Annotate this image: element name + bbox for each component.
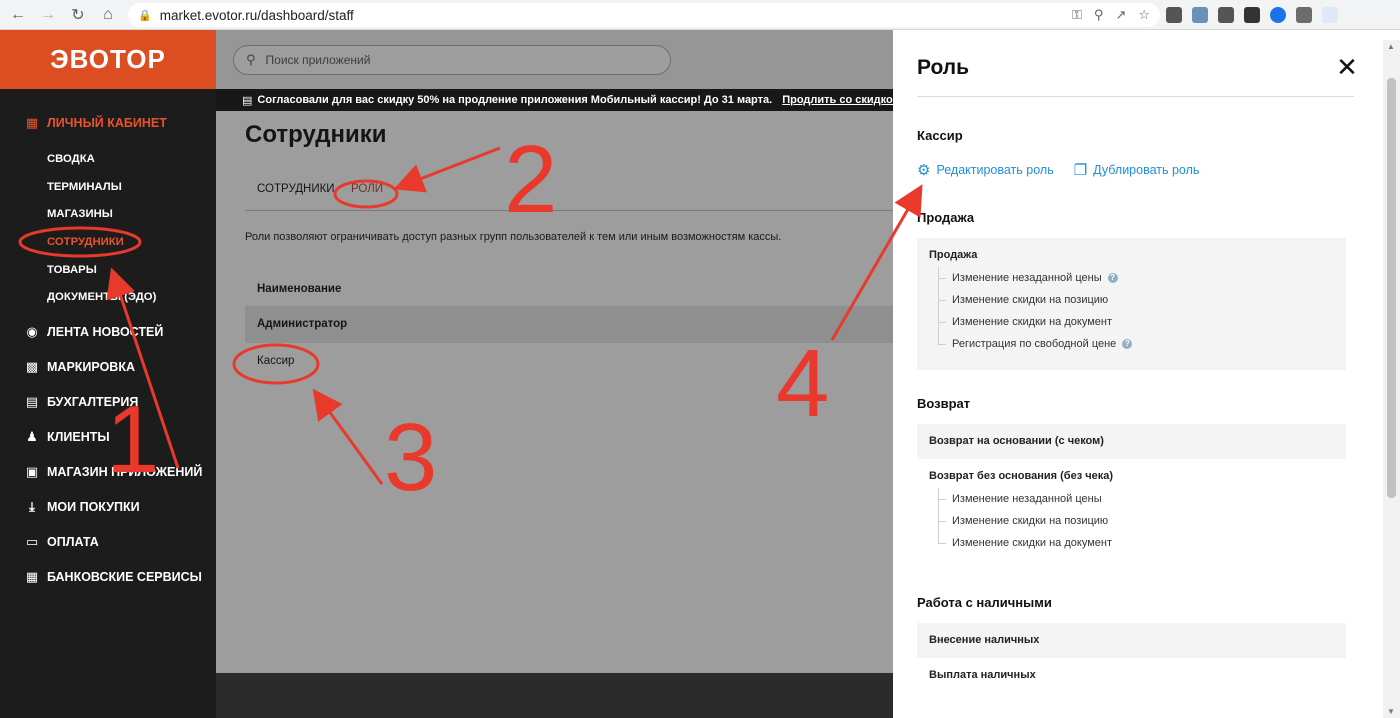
section-title-cash: Работа с наличными — [917, 595, 1052, 610]
role-actions: ⚙ Редактировать роль ❐ Дублировать роль — [917, 161, 1199, 179]
gear-icon: ⚙ — [917, 162, 931, 179]
sidebar: ЭВОТОР ▦ ЛИЧНЫЙ КАБИНЕТ СВОДКА ТЕРМИНАЛЫ… — [0, 30, 216, 718]
permission-group-cash-in: Внесение наличных — [917, 623, 1346, 658]
duplicate-role-button[interactable]: ❐ Дублировать роль — [1074, 161, 1200, 179]
edit-role-button[interactable]: ⚙ Редактировать роль — [917, 161, 1054, 179]
extensions-puzzle-icon[interactable] — [1296, 7, 1312, 23]
footer — [216, 673, 893, 718]
panel-scrollbar[interactable]: ▲ ▼ — [1383, 40, 1400, 718]
panel-title: Роль — [917, 56, 970, 79]
sidebar-item-marking[interactable]: ▩ МАРКИРОВКА — [0, 355, 216, 379]
extension-badge-icon[interactable] — [1192, 7, 1208, 23]
search-input[interactable] — [265, 53, 646, 67]
permission-group-return-with-receipt: Возврат на основании (с чеком) — [917, 424, 1346, 459]
tabs: СОТРУДНИКИ РОЛИ — [245, 183, 893, 211]
sidebar-subitem-summary[interactable]: СВОДКА — [0, 146, 216, 174]
section-title-return: Возврат — [917, 396, 971, 411]
tab-staff[interactable]: СОТРУДНИКИ — [257, 183, 335, 195]
section-title-sale: Продажа — [917, 210, 975, 225]
permission-tree: Изменение незаданной цены Изменение скид… — [938, 488, 1346, 554]
bank-icon: ▦ — [25, 569, 39, 585]
help-icon[interactable]: ? — [1122, 339, 1133, 350]
ledger-icon: ▤ — [25, 394, 39, 410]
sidebar-item-payment[interactable]: ▭ ОПЛАТА — [0, 530, 216, 554]
scrollbar-thumb[interactable] — [1387, 78, 1396, 498]
scroll-down-icon[interactable]: ▼ — [1387, 707, 1395, 716]
share-icon[interactable]: ↗ — [1115, 7, 1126, 23]
scroll-up-icon[interactable]: ▲ — [1387, 42, 1395, 51]
evotor-logo[interactable]: ЭВОТОР — [0, 30, 216, 89]
permission-item: Изменение скидки на позицию — [938, 289, 1346, 311]
permission-item: Изменение скидки на позицию — [938, 510, 1346, 532]
annotation-number-2: 2 — [504, 126, 558, 233]
zoom-icon[interactable]: ⚲ — [1094, 7, 1104, 23]
tab-roles[interactable]: РОЛИ — [351, 183, 383, 195]
sidebar-submenu: СВОДКА ТЕРМИНАЛЫ МАГАЗИНЫ СОТРУДНИКИ ТОВ… — [0, 146, 216, 312]
gift-icon: ▤ — [242, 94, 253, 107]
annotation-number-4: 4 — [776, 330, 830, 437]
close-icon[interactable]: ✕ — [1335, 54, 1359, 80]
sidebar-subitem-staff[interactable]: СОТРУДНИКИ — [0, 229, 216, 257]
permission-group-sale: Продажа Изменение незаданной цены? Измен… — [917, 238, 1346, 370]
download-icon: ⤓ — [29, 499, 35, 515]
qr-code-icon: ▩ — [25, 359, 39, 375]
promo-text: Согласовали для вас скидку 50% на продле… — [257, 94, 773, 106]
copy-icon: ❐ — [1073, 162, 1088, 179]
permission-item: Регистрация по свободной цене? — [938, 333, 1346, 355]
app: ЭВОТОР ▦ ЛИЧНЫЙ КАБИНЕТ СВОДКА ТЕРМИНАЛЫ… — [0, 30, 1400, 718]
annotation-number-3: 3 — [384, 404, 438, 511]
annotation-number-1: 1 — [106, 386, 160, 493]
browser-toolbar: ← → ↻ ⌂ 🔒 market.evotor.ru/dashboard/sta… — [0, 0, 1400, 30]
key-icon[interactable]: ⚿ — [1072, 7, 1082, 23]
extension-square-icon[interactable] — [1218, 7, 1234, 23]
sidebar-item-cabinet[interactable]: ▦ ЛИЧНЫЙ КАБИНЕТ — [0, 111, 216, 135]
permission-item: Изменение скидки на документ — [938, 532, 1346, 554]
permission-item: Изменение незаданной цены? — [938, 267, 1346, 289]
reload-icon[interactable]: ↻ — [66, 3, 90, 27]
permission-item: Изменение скидки на документ — [938, 311, 1346, 333]
users-icon: ♟ — [26, 429, 38, 445]
sidebar-item-banking[interactable]: ▦ БАНКОВСКИЕ СЕРВИСЫ — [0, 565, 216, 589]
group-name: Продажа — [929, 249, 978, 261]
extension-shield-icon[interactable] — [1166, 7, 1182, 23]
permission-tree: Изменение незаданной цены? Изменение ски… — [938, 267, 1346, 355]
sidebar-subitem-stores[interactable]: МАГАЗИНЫ — [0, 201, 216, 229]
search-icon: ⚲ — [246, 52, 256, 67]
news-feed-icon: ◉ — [26, 324, 38, 340]
help-icon[interactable]: ? — [1107, 273, 1118, 284]
role-name: Кассир — [917, 128, 963, 143]
address-bar[interactable]: 🔒 market.evotor.ru/dashboard/staff ⚿ ⚲ ↗… — [128, 3, 1160, 27]
bookmark-star-icon[interactable]: ☆ — [1138, 7, 1150, 23]
sidebar-subitem-terminals[interactable]: ТЕРМИНАЛЫ — [0, 174, 216, 202]
extensions — [1166, 5, 1338, 25]
address-url: market.evotor.ru/dashboard/staff — [159, 7, 354, 23]
permission-group-return-without-receipt: Возврат без основания (без чека) Изменен… — [917, 459, 1346, 559]
extension-blue-icon[interactable] — [1270, 7, 1286, 23]
sidebar-item-purchases[interactable]: ⤓ МОИ ПОКУПКИ — [0, 495, 216, 519]
home-icon[interactable]: ⌂ — [96, 3, 120, 27]
top-bar: ⚲ — [216, 30, 893, 89]
sidebar-menu: ▦ ЛИЧНЫЙ КАБИНЕТ СВОДКА ТЕРМИНАЛЫ МАГАЗИ… — [0, 89, 216, 589]
extension-y-icon[interactable] — [1244, 7, 1260, 23]
permission-group-cash-out: Выплата наличных — [929, 669, 1036, 681]
column-header-name: Наименование — [245, 271, 893, 307]
back-icon[interactable]: ← — [6, 3, 30, 27]
promo-banner: ▤ Согласовали для вас скидку 50% на прод… — [216, 89, 893, 111]
grid-icon: ▦ — [25, 115, 39, 130]
role-panel: Роль ✕ Кассир ⚙ Редактировать роль ❐ Дуб… — [893, 30, 1400, 718]
sidebar-item-news[interactable]: ◉ ЛЕНТА НОВОСТЕЙ — [0, 320, 216, 344]
sidebar-subitem-goods[interactable]: ТОВАРЫ — [0, 257, 216, 285]
extension-logo-icon[interactable] — [1322, 7, 1338, 23]
store-icon: ▣ — [25, 464, 39, 480]
forward-icon[interactable]: → — [36, 3, 60, 27]
permission-item: Изменение незаданной цены — [938, 488, 1346, 510]
lock-icon: 🔒 — [138, 9, 152, 22]
panel-divider — [917, 96, 1354, 97]
promo-link[interactable]: Продлить со скидкой >>> — [782, 94, 893, 106]
sidebar-subitem-documents[interactable]: ДОКУМЕНТЫ (ЭДО) — [0, 284, 216, 312]
app-search[interactable]: ⚲ — [233, 45, 671, 75]
card-icon: ▭ — [25, 534, 39, 550]
page-title: Сотрудники — [245, 121, 387, 148]
